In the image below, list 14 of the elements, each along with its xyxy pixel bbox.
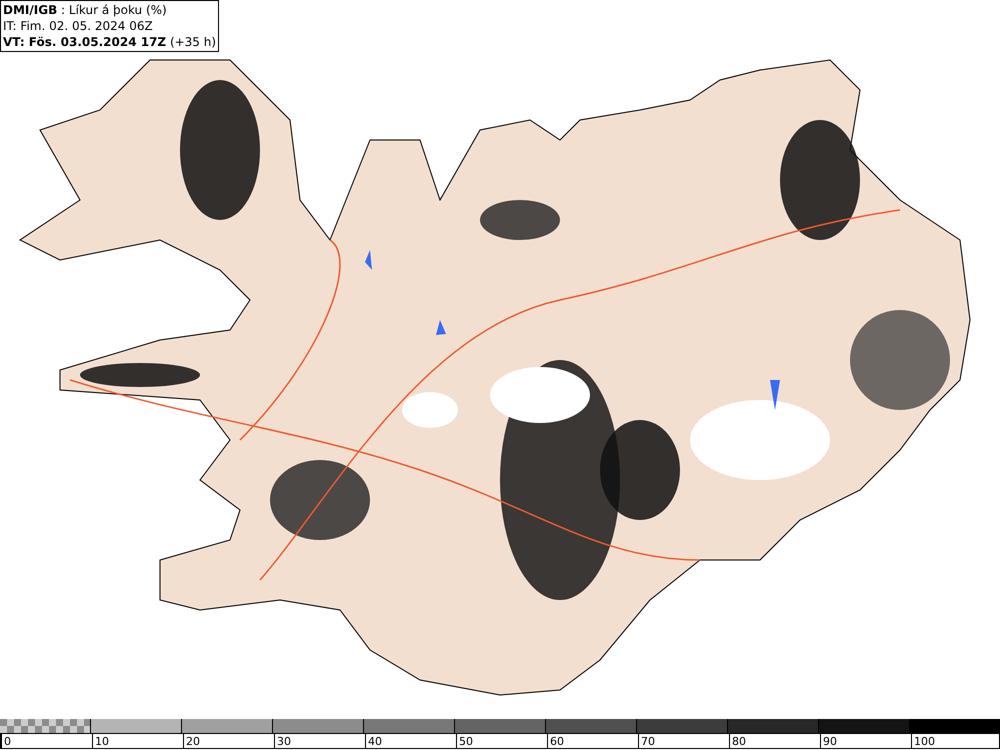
legend-label: 50 [456,734,473,749]
header-line: IT: Fim. 02. 05. 2024 06Z [3,18,154,34]
header-line: VT: Fös. 03.05.2024 17Z (+35 h) [3,34,216,50]
legend-label: 10 [92,734,109,749]
legend-label: 40 [365,734,382,749]
legend-label: 70 [638,734,655,749]
legend-label: 80 [729,734,746,749]
legend-label: 20 [183,734,200,749]
legend-label: 100 [911,734,935,749]
header-line: DMI/IGB : Líkur á þoku (%) [3,2,168,18]
legend-label: 0 [1,734,11,749]
legend-label: 30 [274,734,291,749]
legend-label: 90 [820,734,837,749]
legend-label: 60 [547,734,564,749]
